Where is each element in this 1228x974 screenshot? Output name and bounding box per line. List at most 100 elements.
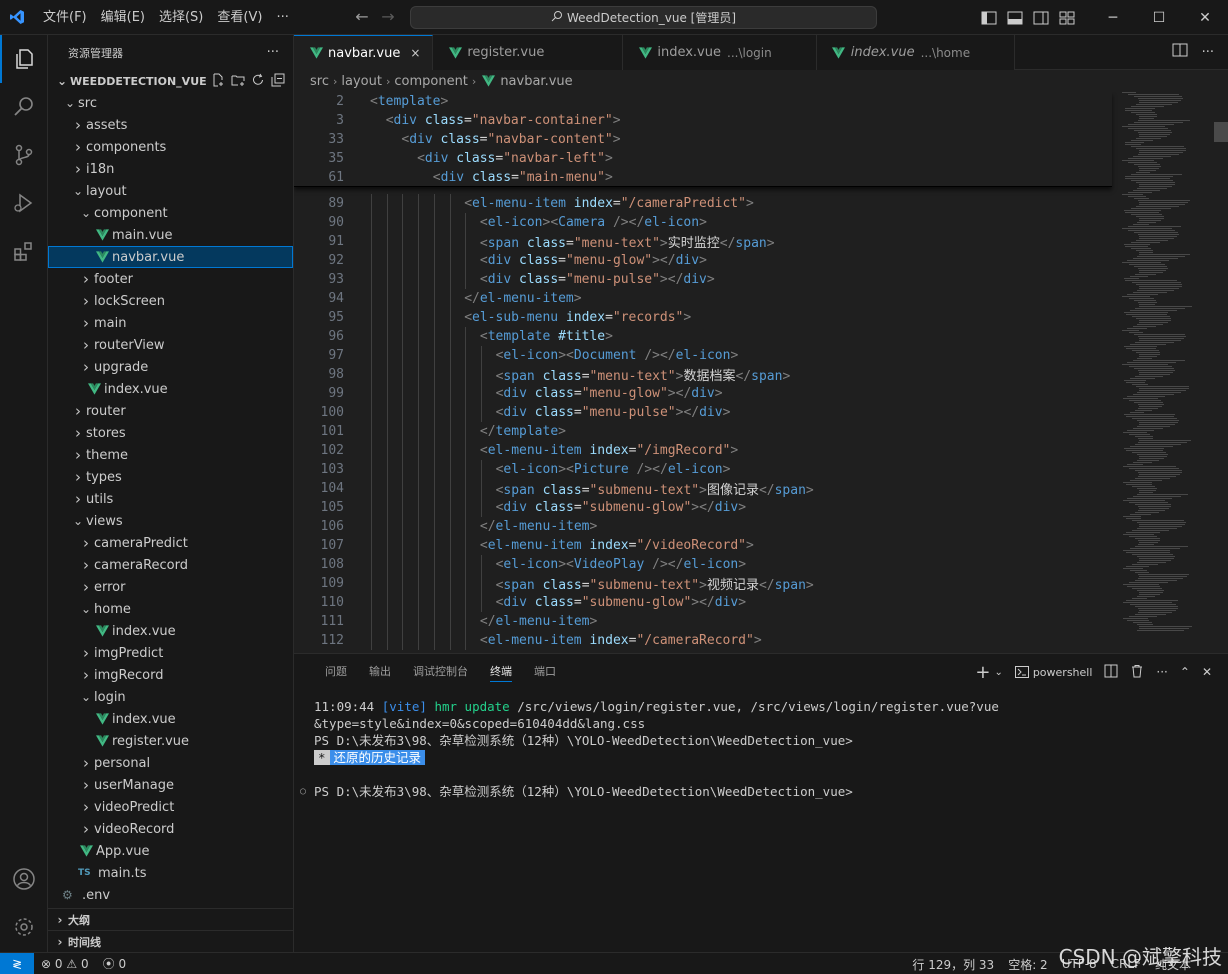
tree-item[interactable]: › imgRecord bbox=[48, 664, 293, 686]
new-folder-icon[interactable] bbox=[231, 73, 245, 90]
close-window-icon[interactable]: ✕ bbox=[1182, 0, 1228, 35]
tree-item[interactable]: register.vue bbox=[48, 730, 293, 752]
problems-status[interactable]: ⊗ 0 ⚠ 0 bbox=[34, 957, 96, 971]
refresh-icon[interactable] bbox=[251, 73, 265, 90]
panel-tab[interactable]: 问题 bbox=[314, 654, 358, 690]
maximize-icon[interactable]: ☐ bbox=[1136, 0, 1182, 35]
breadcrumb-item[interactable]: component bbox=[394, 74, 468, 89]
tree-item[interactable]: › cameraPredict bbox=[48, 532, 293, 554]
explorer-more-icon[interactable]: ··· bbox=[267, 45, 279, 60]
tree-item[interactable]: › theme bbox=[48, 444, 293, 466]
menu-item[interactable]: 编辑(E) bbox=[94, 0, 152, 35]
new-file-icon[interactable] bbox=[211, 73, 225, 90]
panel-more-icon[interactable]: ··· bbox=[1156, 665, 1167, 679]
editor-tab[interactable]: navbar.vue × bbox=[294, 35, 434, 70]
maximize-panel-icon[interactable]: ⌃ bbox=[1180, 665, 1190, 679]
tree-item[interactable]: › footer bbox=[48, 268, 293, 290]
extensions-icon[interactable] bbox=[0, 227, 48, 275]
tree-item[interactable]: › assets bbox=[48, 114, 293, 136]
remote-icon[interactable]: ≷ bbox=[0, 952, 34, 974]
panel-tab[interactable]: 终端 bbox=[479, 654, 523, 690]
close-tab-icon[interactable]: × bbox=[408, 46, 422, 60]
tree-item[interactable]: › utils bbox=[48, 488, 293, 510]
source-control-icon[interactable] bbox=[0, 131, 48, 179]
tree-item[interactable]: ⚙ .env bbox=[48, 884, 293, 906]
tree-item[interactable]: › error bbox=[48, 576, 293, 598]
tree-item[interactable]: › lockScreen bbox=[48, 290, 293, 312]
accounts-icon[interactable] bbox=[0, 855, 48, 903]
tree-item[interactable]: › types bbox=[48, 466, 293, 488]
panel-tab[interactable]: 输出 bbox=[358, 654, 402, 690]
menu-item[interactable]: 选择(S) bbox=[152, 0, 210, 35]
tree-item[interactable]: › personal bbox=[48, 752, 293, 774]
tree-item[interactable]: TS main.ts bbox=[48, 862, 293, 884]
tree-item[interactable]: ⌄ login bbox=[48, 686, 293, 708]
outline-section[interactable]: › 大纲 bbox=[48, 908, 293, 930]
tree-item[interactable]: ⌄ home bbox=[48, 598, 293, 620]
menu-item[interactable]: 查看(V) bbox=[210, 0, 269, 35]
timeline-section[interactable]: › 时间线 bbox=[48, 930, 293, 952]
close-panel-icon[interactable]: ✕ bbox=[1202, 665, 1212, 679]
code-editor[interactable]: 89 <el-menu-item index="/cameraPredict"> 9… bbox=[294, 92, 1228, 653]
menu-item[interactable]: ··· bbox=[269, 0, 295, 35]
tree-item[interactable]: › videoRecord bbox=[48, 818, 293, 840]
new-terminal-icon[interactable]: + bbox=[975, 662, 990, 683]
indentation[interactable]: 空格: 2 bbox=[1001, 956, 1055, 973]
back-arrow-icon[interactable]: ← bbox=[351, 6, 373, 28]
tree-item[interactable]: index.vue bbox=[48, 708, 293, 730]
minimap[interactable] bbox=[1114, 92, 1214, 653]
tree-item[interactable]: › router bbox=[48, 400, 293, 422]
breadcrumb-item[interactable]: navbar.vue bbox=[500, 74, 572, 89]
command-center-search[interactable]: WeedDetection_vue [管理员] bbox=[410, 6, 877, 29]
sticky-scroll-header[interactable]: 2 <template> 3 <div class="navbar-container… bbox=[294, 92, 1112, 187]
chevron-down-icon[interactable]: ⌄ bbox=[994, 667, 1002, 678]
toggle-secondary-sidebar-icon[interactable] bbox=[1028, 0, 1054, 35]
tree-item[interactable]: › userManage bbox=[48, 774, 293, 796]
forward-arrow-icon[interactable]: → bbox=[377, 6, 399, 28]
customize-layout-icon[interactable] bbox=[1054, 0, 1080, 35]
more-actions-icon[interactable]: ··· bbox=[1202, 45, 1214, 60]
explorer-icon[interactable] bbox=[0, 35, 48, 83]
cursor-position[interactable]: 行 129，列 33 bbox=[905, 956, 1001, 973]
tree-item[interactable]: › videoPredict bbox=[48, 796, 293, 818]
editor-scrollbar[interactable] bbox=[1214, 92, 1228, 653]
tree-item[interactable]: ⌄ src bbox=[48, 92, 293, 114]
terminal-shell[interactable]: powershell bbox=[1014, 666, 1092, 679]
minimize-icon[interactable]: ─ bbox=[1090, 0, 1136, 35]
terminal-output[interactable]: 11:09:44 [vite] hmr update /src/views/lo… bbox=[300, 698, 1214, 800]
settings-gear-icon[interactable] bbox=[0, 903, 48, 951]
tree-item[interactable]: ⌄ component bbox=[48, 202, 293, 224]
panel-tab[interactable]: 端口 bbox=[523, 654, 567, 690]
scrollbar-thumb[interactable] bbox=[1214, 122, 1228, 142]
kill-terminal-icon[interactable] bbox=[1130, 664, 1144, 681]
editor-tab[interactable]: register.vue bbox=[433, 35, 624, 70]
breadcrumb-item[interactable]: layout bbox=[341, 74, 382, 89]
menu-item[interactable]: 文件(F) bbox=[36, 0, 94, 35]
tree-item[interactable]: index.vue bbox=[48, 378, 293, 400]
run-debug-icon[interactable] bbox=[0, 179, 48, 227]
panel-tab[interactable]: 调试控制台 bbox=[402, 654, 479, 690]
split-editor-icon[interactable] bbox=[1172, 43, 1188, 61]
toggle-primary-sidebar-icon[interactable] bbox=[976, 0, 1002, 35]
editor-tab[interactable]: index.vue ...\login bbox=[623, 35, 817, 70]
toggle-panel-icon[interactable] bbox=[1002, 0, 1028, 35]
tree-item[interactable]: › routerView bbox=[48, 334, 293, 356]
tree-item[interactable]: App.vue bbox=[48, 840, 293, 862]
tree-item[interactable]: › i18n bbox=[48, 158, 293, 180]
tree-item[interactable]: › main bbox=[48, 312, 293, 334]
editor-tab[interactable]: index.vue ...\home bbox=[816, 35, 1016, 70]
breadcrumb-item[interactable]: src bbox=[310, 74, 329, 89]
tree-item[interactable]: ⌄ layout bbox=[48, 180, 293, 202]
tree-item[interactable]: index.vue bbox=[48, 620, 293, 642]
project-header[interactable]: ⌄ WEEDDETECTION_VUE bbox=[48, 70, 293, 92]
collapse-all-icon[interactable] bbox=[271, 73, 285, 90]
ports-status[interactable]: ⦿ 0 bbox=[96, 955, 133, 972]
tree-item[interactable]: › stores bbox=[48, 422, 293, 444]
tree-item[interactable]: › imgPredict bbox=[48, 642, 293, 664]
tree-item[interactable]: › components bbox=[48, 136, 293, 158]
tree-item[interactable]: navbar.vue bbox=[48, 246, 293, 268]
tree-item[interactable]: › upgrade bbox=[48, 356, 293, 378]
split-terminal-icon[interactable] bbox=[1104, 664, 1118, 681]
command-decoration-icon[interactable]: ○ bbox=[300, 783, 306, 800]
tree-item[interactable]: › cameraRecord bbox=[48, 554, 293, 576]
